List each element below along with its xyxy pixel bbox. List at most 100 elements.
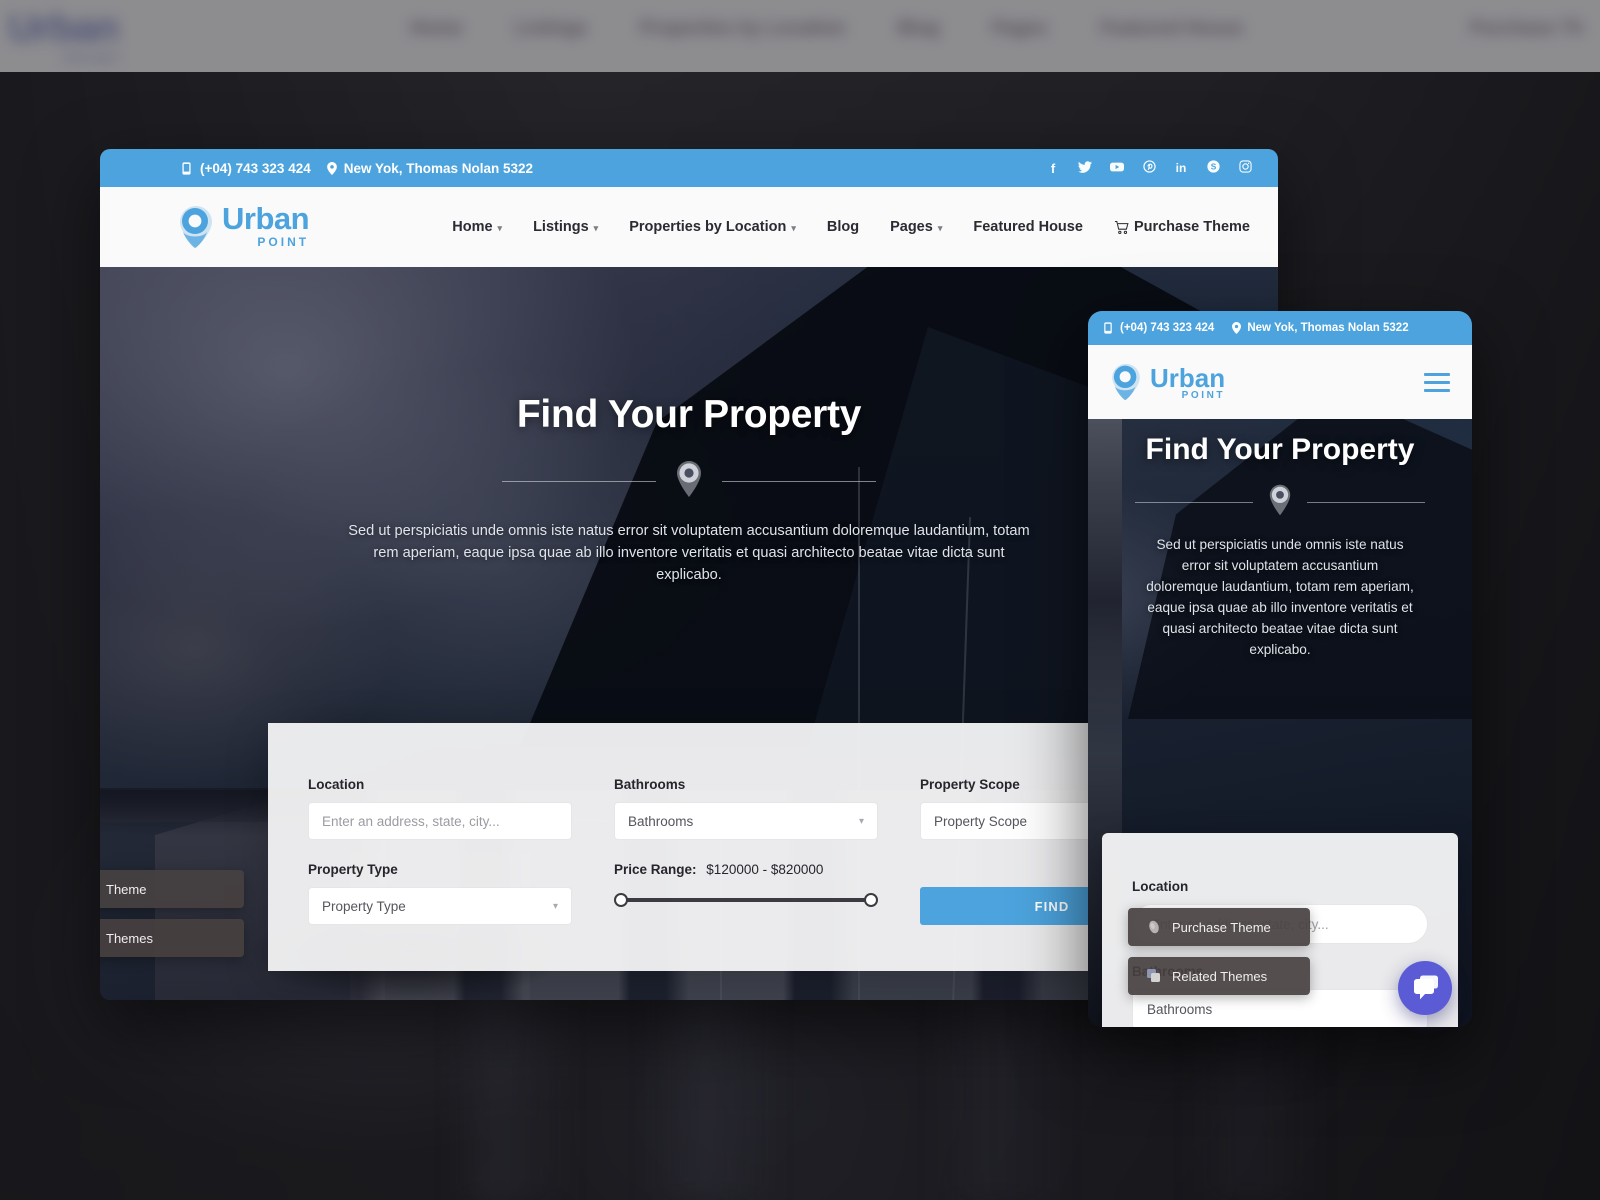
bathrooms-label: Bathrooms	[614, 777, 686, 792]
divider-line-left	[502, 481, 656, 482]
map-pin-divider-icon	[674, 459, 704, 504]
mobile-navbar: Urban POINT	[1088, 345, 1472, 419]
purchase-theme-button[interactable]: Purchase Theme	[1114, 219, 1250, 235]
related-themes-floating-button[interactable]: Related Themes	[1128, 957, 1310, 995]
youtube-icon[interactable]	[1110, 161, 1124, 176]
logo-subtext: POINT	[257, 235, 310, 249]
mobile-location-label: Location	[1132, 879, 1189, 894]
skype-icon[interactable]: S	[1206, 160, 1220, 176]
instagram-icon[interactable]	[1238, 160, 1252, 176]
property-type-label: Property Type	[308, 862, 398, 877]
blurred-nav-cta: Purchase Th	[1469, 18, 1584, 39]
nav-item-listings-label: Listings	[533, 219, 589, 235]
nav-item-featured-house[interactable]: Featured House	[973, 219, 1083, 235]
price-range-value: $120000 - $820000	[706, 862, 824, 877]
nav-item-listings[interactable]: Listings ▾	[533, 219, 598, 235]
property-type-select[interactable]: Property Type ▾	[308, 887, 572, 925]
pinterest-icon[interactable]	[1142, 160, 1156, 176]
nav-item-pages-label: Pages	[890, 219, 933, 235]
purchase-theme-floating-button[interactable]: Purchase Theme	[1128, 908, 1310, 946]
location-pin-icon	[1232, 322, 1242, 334]
facebook-icon[interactable]: f	[1046, 161, 1060, 176]
divider-line-right	[722, 481, 876, 482]
blurred-nav-item-listings: Listings	[514, 18, 588, 39]
map-pin-divider-icon	[1267, 483, 1293, 522]
property-type-value: Property Type	[322, 898, 406, 914]
chevron-down-icon: ▾	[791, 222, 796, 233]
blurred-nav-item-featured-house: Featured House	[1099, 18, 1244, 39]
mobile-topbar-phone-text: (+04) 743 323 424	[1120, 322, 1215, 334]
related-themes-floating-label: Related Themes	[1172, 968, 1268, 984]
location-label: Location	[308, 777, 365, 792]
related-themes-floating-button-clipped[interactable]: Themes	[100, 919, 244, 957]
nav-item-home-label: Home	[452, 219, 493, 235]
purchase-theme-icon	[1146, 919, 1162, 935]
purchase-theme-floating-label: Purchase Theme	[1172, 919, 1271, 935]
blurred-logo: Urban POINT	[8, 6, 124, 66]
hero-subtitle: Sed ut perspiciatis unde omnis iste natu…	[348, 523, 1030, 584]
mobile-logo-text: Urban	[1150, 362, 1226, 393]
divider-line-right	[1307, 502, 1425, 503]
mobile-topbar-phone[interactable]: (+04) 743 323 424	[1102, 322, 1214, 334]
twitter-icon[interactable]	[1078, 160, 1092, 176]
property-type-field-group: Property Type Property Type ▾	[308, 862, 572, 925]
social-links: f in S	[1046, 160, 1252, 176]
mobile-topbar: (+04) 743 323 424 New Yok, Thomas Nolan …	[1088, 311, 1472, 345]
phone-icon	[1104, 322, 1112, 334]
price-range-track	[622, 898, 870, 902]
location-field-group: Location Enter an address, state, city..…	[308, 777, 572, 840]
chevron-down-icon: ▾	[593, 222, 599, 233]
linkedin-icon[interactable]: in	[1174, 161, 1188, 175]
blurred-nav-links: Home Listings Properties by Location Blo…	[410, 18, 1243, 40]
topbar-phone-text: (+04) 743 323 424	[200, 160, 311, 176]
blurred-nav-item-home: Home	[410, 18, 463, 39]
hamburger-menu-icon[interactable]	[1424, 368, 1450, 397]
price-range-field-group: Price Range: $120000 - $820000	[614, 862, 878, 925]
chevron-down-icon: ▾	[858, 815, 864, 827]
nav-item-home[interactable]: Home ▾	[452, 219, 502, 235]
floating-theme-buttons-clipped: Theme Themes	[100, 870, 244, 968]
search-form-row-1: Location Enter an address, state, city..…	[308, 777, 1206, 840]
mobile-hero-divider	[1088, 483, 1472, 522]
purchase-theme-floating-button-clipped[interactable]: Theme	[100, 870, 244, 908]
mobile-site-logo[interactable]: Urban POINT	[1110, 363, 1225, 401]
chat-bubble-icon	[1414, 975, 1438, 1000]
nav-item-pages[interactable]: Pages ▾	[890, 219, 942, 235]
price-range-slider[interactable]	[614, 893, 878, 907]
blurred-nav-item-blog: Blog	[897, 18, 940, 39]
mobile-hero-content: Find Your Property Sed ut perspiciatis u…	[1088, 419, 1472, 660]
mobile-topbar-address[interactable]: New Yok, Thomas Nolan 5322	[1232, 322, 1409, 334]
site-logo[interactable]: Urban POINT	[178, 201, 310, 249]
nav-item-properties-by-location[interactable]: Properties by Location ▾	[629, 219, 796, 235]
chevron-down-icon: ▾	[552, 900, 558, 912]
bathrooms-value: Bathrooms	[628, 813, 694, 829]
price-range-label: Price Range:	[614, 862, 697, 877]
chevron-down-icon: ▾	[937, 222, 943, 233]
desktop-topbar: (+04) 743 323 424 New Yok, Thomas Nolan …	[100, 149, 1278, 187]
svg-text:S: S	[1210, 162, 1216, 172]
logo-text: Urban	[222, 201, 310, 237]
price-range-label-row: Price Range: $120000 - $820000	[614, 862, 878, 877]
bathrooms-select[interactable]: Bathrooms ▾	[614, 802, 878, 840]
location-pin-icon	[326, 161, 337, 175]
mobile-topbar-address-text: New Yok, Thomas Nolan 5322	[1247, 322, 1409, 334]
related-themes-clipped-label: Themes	[106, 930, 153, 946]
topbar-phone[interactable]: (+04) 743 323 424	[180, 161, 311, 176]
price-range-max-handle[interactable]	[864, 893, 878, 907]
purchase-theme-label: Purchase Theme	[1133, 219, 1250, 235]
nav-item-featured-house-label: Featured House	[973, 219, 1083, 235]
desktop-navbar: Urban POINT Home ▾ Listings ▾ Properties…	[100, 187, 1278, 267]
chevron-down-icon: ▾	[497, 222, 503, 233]
search-form-row-2: Property Type Property Type ▾ Price Rang…	[308, 862, 1206, 925]
nav-item-blog[interactable]: Blog	[827, 219, 859, 235]
page-root: Urban POINT Home Listings Properties by …	[0, 0, 1600, 1200]
chat-widget-button[interactable]	[1398, 961, 1452, 1015]
blurred-logo-text: Urban	[8, 6, 120, 50]
topbar-address[interactable]: New Yok, Thomas Nolan 5322	[326, 161, 533, 176]
location-placeholder: Enter an address, state, city...	[322, 813, 500, 829]
location-input[interactable]: Enter an address, state, city...	[308, 802, 572, 840]
nav-item-properties-by-location-label: Properties by Location	[629, 219, 787, 235]
map-pin-logo-icon	[1110, 363, 1142, 401]
price-range-min-handle[interactable]	[614, 893, 628, 907]
blurred-logo-sub: POINT	[64, 51, 124, 66]
